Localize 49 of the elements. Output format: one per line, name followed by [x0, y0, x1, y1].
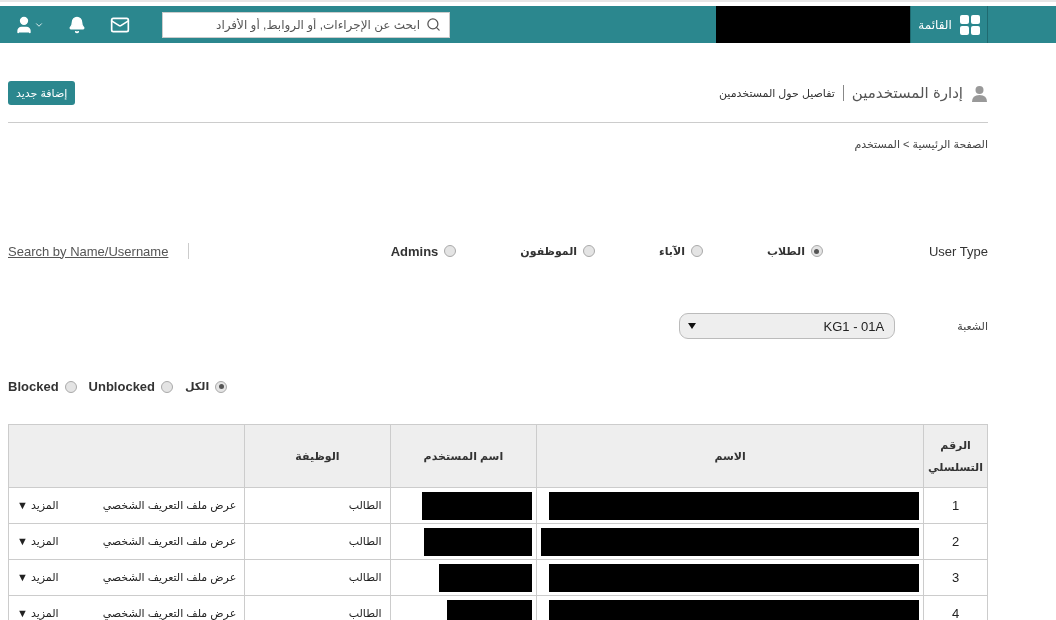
column-header: الاسم [536, 424, 924, 488]
view-profile-link[interactable]: عرض ملف التعريف الشخصي [102, 535, 237, 548]
radio-button[interactable] [64, 380, 77, 393]
radio-label: Blocked [8, 379, 59, 394]
column-header: اسم المستخدم [390, 424, 537, 488]
serial-number: 1 [951, 498, 960, 513]
column-header: الوظيفة [244, 424, 391, 488]
user-menu-icon[interactable] [14, 14, 44, 35]
role-text: الطالب [348, 571, 382, 583]
breadcrumb[interactable]: الصفحة الرئيسية > المستخدم [854, 138, 988, 150]
page-subtitle: تفاصيل حول المستخدمين [718, 86, 835, 100]
user-type-label: User Type [929, 243, 988, 259]
serial-number: 2 [951, 534, 960, 549]
more-menu[interactable]: المزيد ▼ [17, 607, 59, 620]
radio-label: الكل [185, 380, 210, 393]
radio-button[interactable] [161, 380, 174, 393]
search-link[interactable]: Search by Name/Username [8, 243, 169, 259]
radio-button[interactable] [215, 380, 228, 393]
role-text: الطالب [348, 535, 382, 547]
bell-icon[interactable] [68, 15, 86, 34]
more-menu[interactable]: المزيد ▼ [17, 499, 59, 512]
radio-label: الآباء [659, 244, 685, 258]
radio-label: Unblocked [88, 379, 156, 394]
grid-icon [959, 14, 980, 35]
view-profile-link[interactable]: عرض ملف التعريف الشخصي [102, 499, 237, 512]
radio-label: الطلاب [766, 244, 805, 258]
role-text: الطالب [348, 607, 382, 619]
add-new-button[interactable]: إضافة جديد [8, 81, 76, 105]
section-dropdown[interactable]: KG1 - 01A [679, 313, 896, 339]
more-menu[interactable]: المزيد ▼ [17, 571, 59, 584]
view-profile-link[interactable]: عرض ملف التعريف الشخصي [102, 607, 237, 620]
serial-number: 4 [951, 606, 960, 620]
radio-button[interactable] [444, 245, 457, 257]
view-profile-link[interactable]: عرض ملف التعريف الشخصي [102, 571, 237, 584]
radio-label: الموظفون [520, 244, 578, 258]
radio-label: Admins [390, 243, 439, 259]
section-label: الشعبة [957, 319, 988, 333]
menu-button[interactable]: القائمة [910, 6, 988, 43]
page-title: إدارة المستخدمين [851, 84, 963, 102]
caret-icon [688, 323, 697, 329]
person-icon [971, 84, 988, 102]
search-icon [426, 17, 441, 32]
column-header: الرقم التسلسلي [923, 424, 988, 488]
radio-button[interactable] [811, 245, 823, 257]
radio-button[interactable] [583, 245, 596, 257]
more-menu[interactable]: المزيد ▼ [17, 535, 59, 548]
radio-button[interactable] [690, 245, 703, 257]
role-text: الطالب [348, 499, 382, 511]
serial-number: 3 [951, 570, 960, 585]
